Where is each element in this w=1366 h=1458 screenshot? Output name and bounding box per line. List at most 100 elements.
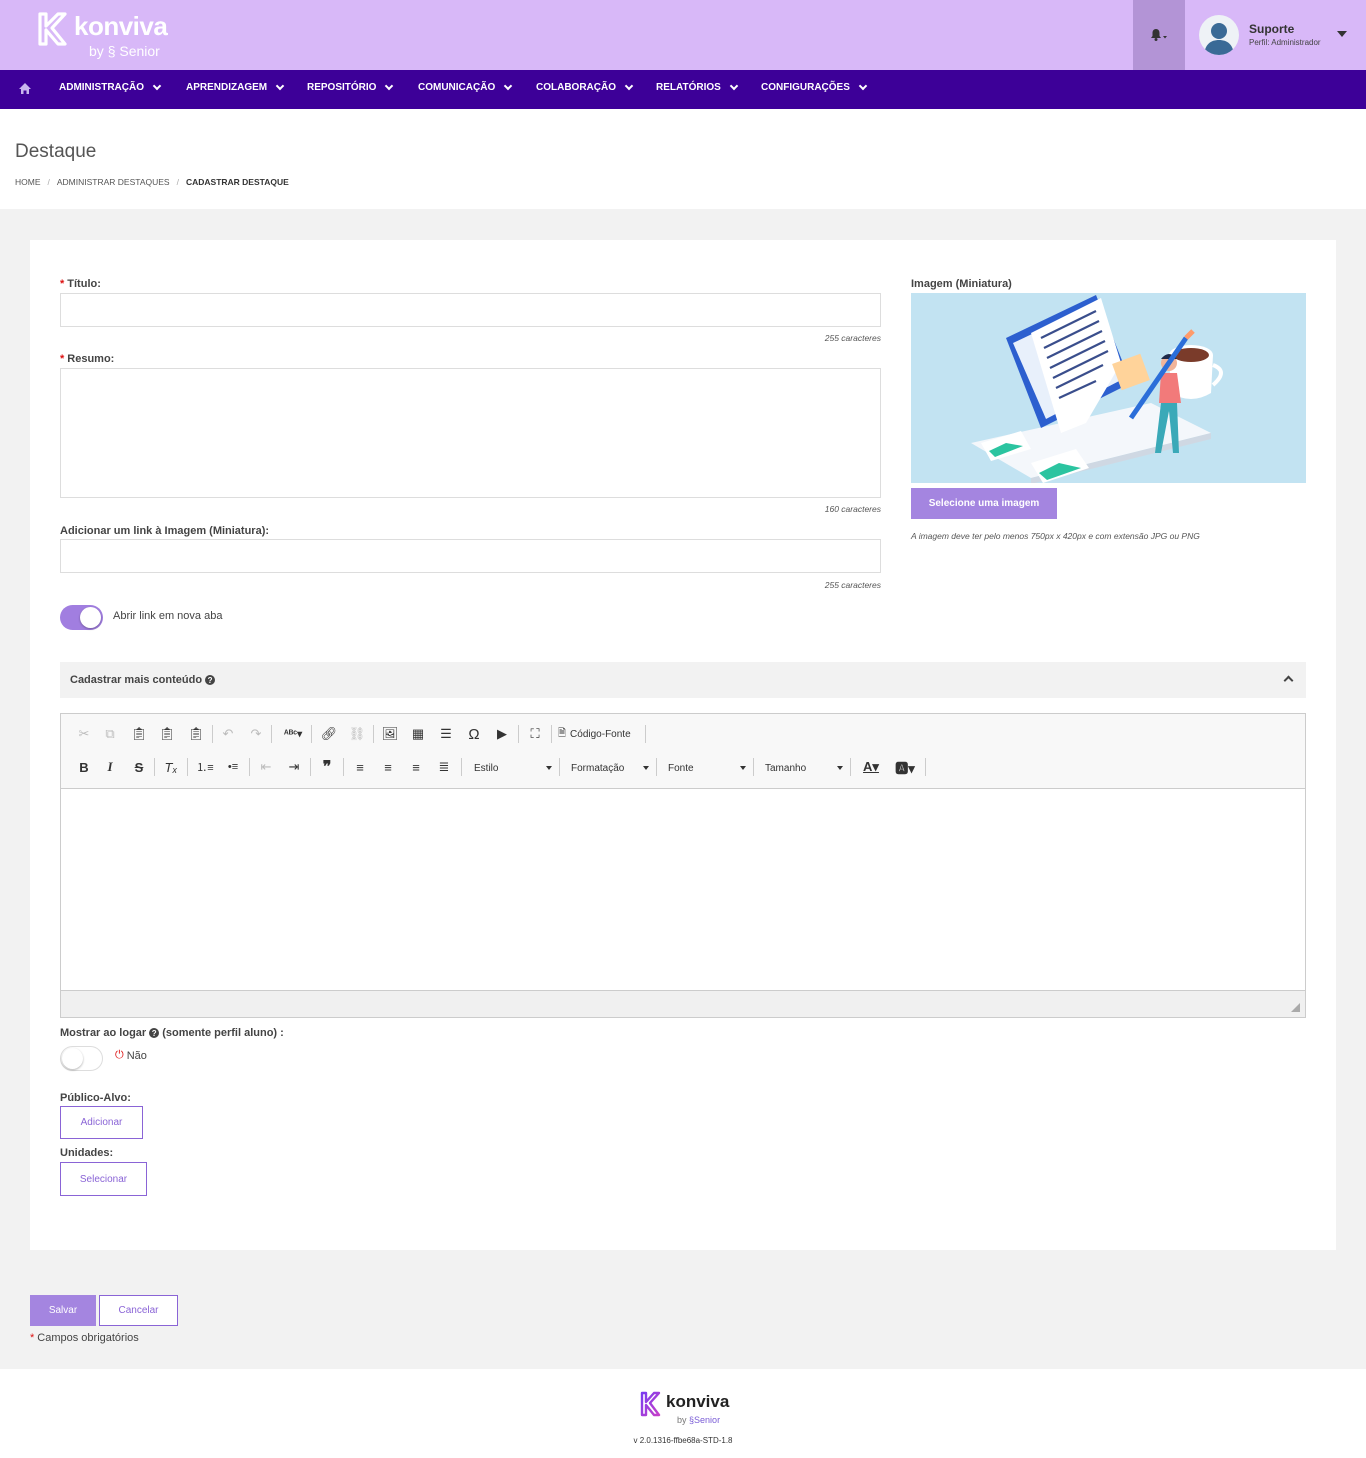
brand-name: konviva <box>74 11 168 41</box>
remove-format-icon[interactable]: Tₓ <box>160 757 182 777</box>
breadcrumb-home[interactable]: HOME <box>15 177 41 187</box>
resumo-textarea[interactable] <box>60 368 881 498</box>
toolbar-separator <box>559 758 560 776</box>
align-right-icon[interactable]: ≡ <box>405 757 427 777</box>
font-combo[interactable]: Fonte <box>668 757 746 779</box>
paste-text-icon[interactable]: 📋︎ <box>156 724 178 744</box>
align-left-icon[interactable]: ≡ <box>349 757 371 777</box>
brand-byline: by § Senior <box>89 43 160 59</box>
nav-item-comunicacao[interactable]: COMUNICAÇÃO <box>418 81 513 93</box>
nav-item-configuracoes[interactable]: CONFIGURAÇÕES <box>761 81 868 93</box>
resumo-counter: 160 caracteres <box>824 504 881 514</box>
nav-item-colaboracao[interactable]: COLABORAÇÃO <box>536 81 634 93</box>
bold-icon[interactable]: B <box>73 757 95 777</box>
page-header: Destaque HOME / ADMINISTRAR DESTAQUES / … <box>0 109 1366 209</box>
breadcrumb-current: CADASTRAR DESTAQUE <box>185 177 289 187</box>
notifications-button[interactable] <box>1133 0 1185 70</box>
resize-handle-icon[interactable] <box>1291 1003 1300 1012</box>
cancel-button[interactable]: Cancelar <box>99 1295 178 1326</box>
toolbar-separator <box>551 725 552 743</box>
special-char-icon[interactable]: Ω <box>463 724 485 744</box>
copy-icon[interactable]: ⧉ <box>99 724 121 744</box>
youtube-icon[interactable]: ▶ <box>491 724 513 744</box>
imagem-label: Imagem (Miniatura) <box>911 278 1012 290</box>
titulo-input[interactable] <box>60 293 881 327</box>
caret-down-icon <box>643 766 649 770</box>
senior-s-icon: § <box>107 43 116 59</box>
nav-item-relatorios[interactable]: RELATÓRIOS <box>656 81 739 93</box>
caret-down-icon <box>740 766 746 770</box>
align-center-icon[interactable]: ≡ <box>377 757 399 777</box>
redo-icon[interactable]: ↷ <box>245 724 267 744</box>
user-menu-caret-icon[interactable] <box>1337 31 1347 37</box>
save-button[interactable]: Salvar <box>30 1295 96 1326</box>
link-input[interactable] <box>60 539 881 573</box>
numbered-list-icon[interactable]: ⒈≡ <box>194 757 216 777</box>
user-silhouette-icon <box>1204 23 1234 55</box>
mais-conteudo-title: Cadastrar mais conteúdo ? <box>70 674 216 686</box>
italic-icon[interactable]: I <box>99 757 121 777</box>
format-combo[interactable]: Formatação <box>571 757 649 779</box>
required-marker: * <box>60 353 65 365</box>
image-icon[interactable]: 🖼︎ <box>379 724 401 744</box>
unlink-icon[interactable]: ⛓ <box>346 724 368 744</box>
link-icon[interactable]: 🔗︎ <box>318 724 340 744</box>
toolbar-separator <box>154 758 155 776</box>
breadcrumb-administrar-destaques[interactable]: ADMINISTRAR DESTAQUES <box>57 177 170 187</box>
main-nav: ADMINISTRAÇÃO APRENDIZAGEM REPOSITÓRIO C… <box>0 70 1366 109</box>
outdent-icon[interactable]: ⇤ <box>255 757 277 777</box>
form-card: * Título: 255 caracteres * Resumo: 160 car… <box>30 240 1336 1250</box>
mostrar-logar-toggle[interactable] <box>60 1046 103 1071</box>
caret-down-icon <box>837 766 843 770</box>
user-avatar[interactable] <box>1199 15 1239 55</box>
size-combo[interactable]: Tamanho <box>765 757 843 779</box>
paste-icon[interactable]: 📋︎ <box>128 724 150 744</box>
help-icon[interactable]: ? <box>205 675 216 685</box>
nova-aba-label: Abrir link em nova aba <box>113 610 223 622</box>
titulo-counter: 255 caracteres <box>824 333 881 343</box>
top-header: konviva by § Senior Suporte Perfil: Admi… <box>0 0 1366 70</box>
nav-item-aprendizagem[interactable]: APRENDIZAGEM <box>186 81 285 93</box>
nova-aba-toggle[interactable] <box>60 605 103 630</box>
style-combo[interactable]: Estilo <box>474 757 552 779</box>
select-image-button[interactable]: Selecione uma imagem <box>911 488 1057 519</box>
undo-icon[interactable]: ↶ <box>217 724 239 744</box>
text-color-icon[interactable]: A▾ <box>857 757 885 777</box>
image-hint: A imagem deve ter pelo menos 750px x 420… <box>911 531 1200 541</box>
footer-konviva-logo: konviva by §Senior <box>639 1391 739 1431</box>
cut-icon[interactable]: ✂ <box>73 724 95 744</box>
help-icon[interactable]: ? <box>149 1028 160 1038</box>
nav-item-repositorio[interactable]: REPOSITÓRIO <box>307 81 394 93</box>
blockquote-icon[interactable]: ❞ <box>316 757 338 777</box>
source-code-button[interactable]: 🗎 Código-Fonte <box>558 724 642 744</box>
strikethrough-icon[interactable]: S <box>128 757 150 777</box>
konviva-logo[interactable]: konviva by § Senior <box>36 9 168 61</box>
breadcrumb: HOME / ADMINISTRAR DESTAQUES / CADASTRAR… <box>15 177 289 187</box>
paste-word-icon[interactable]: 📋︎ <box>185 724 207 744</box>
editor-content-area[interactable] <box>61 790 1305 990</box>
user-name[interactable]: Suporte <box>1249 22 1294 36</box>
mais-conteudo-section[interactable]: Cadastrar mais conteúdo ? <box>60 662 1306 698</box>
toolbar-separator <box>187 758 188 776</box>
toolbar-separator <box>656 758 657 776</box>
toolbar-separator <box>925 758 926 776</box>
table-icon[interactable]: ▦ <box>407 724 429 744</box>
bulleted-list-icon[interactable]: •≡ <box>222 757 244 777</box>
maximize-icon[interactable]: ⛶ <box>524 724 546 744</box>
nav-item-administracao[interactable]: ADMINISTRAÇÃO <box>59 81 162 93</box>
power-icon: ⏻ <box>115 1049 124 1061</box>
add-publico-button[interactable]: Adicionar <box>60 1106 143 1139</box>
select-unidades-button[interactable]: Selecionar <box>60 1162 147 1196</box>
home-icon[interactable] <box>18 82 32 95</box>
indent-icon[interactable]: ⇥ <box>283 757 305 777</box>
chevron-up-icon[interactable] <box>1283 675 1294 686</box>
align-justify-icon[interactable]: ≣ <box>433 757 455 777</box>
toolbar-separator <box>645 725 646 743</box>
chevron-down-icon <box>275 81 285 91</box>
bell-icon <box>1151 29 1167 41</box>
horizontal-line-icon[interactable]: ☰ <box>435 724 457 744</box>
background-color-icon[interactable]: 🅰︎▾ <box>891 757 919 777</box>
spellcheck-icon[interactable]: ᴬᴮᶜ▾ <box>279 724 307 744</box>
required-marker: * <box>60 278 65 290</box>
toolbar-separator <box>311 725 312 743</box>
